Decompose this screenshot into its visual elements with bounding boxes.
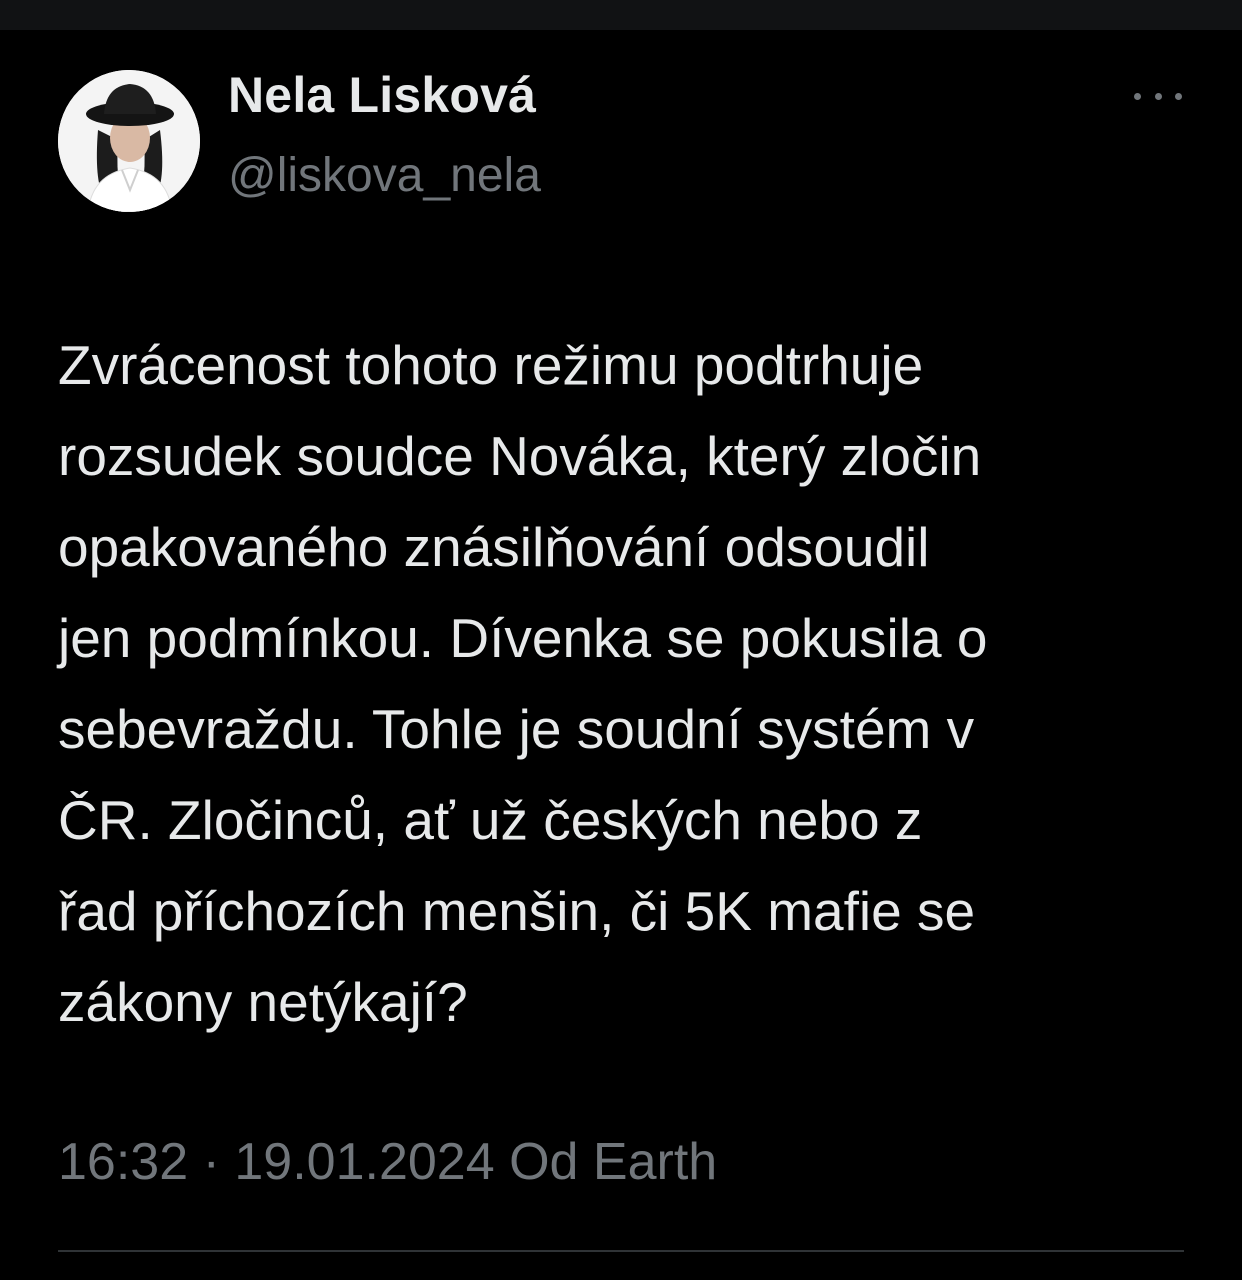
ellipsis-icon [1134,92,1141,100]
tweet-source: Od Earth [509,1133,718,1191]
ellipsis-icon-dot [1175,92,1182,100]
divider [58,1250,1184,1252]
meta-separator: · [202,1133,220,1191]
avatar[interactable] [58,70,200,212]
tweet-card: Nela Lisková @liskova_nela Zvrácenost to… [0,30,1242,1280]
tweet-date[interactable]: 19.01.2024 [234,1133,494,1191]
ellipsis-icon-dot [1154,92,1162,100]
status-strip [0,0,1242,30]
tweet-text: Zvrácenost tohoto režimu podtrhuje rozsu… [58,334,988,1033]
profile-photo-icon [58,70,200,212]
author-display-name[interactable]: Nela Lisková [228,66,536,124]
tweet-metadata: 16:32 · 19.01.2024 Od Earth [58,1132,717,1192]
author-handle[interactable]: @liskova_nela [228,148,541,203]
more-options-button[interactable] [1134,80,1182,112]
tweet-time[interactable]: 16:32 [58,1133,188,1191]
